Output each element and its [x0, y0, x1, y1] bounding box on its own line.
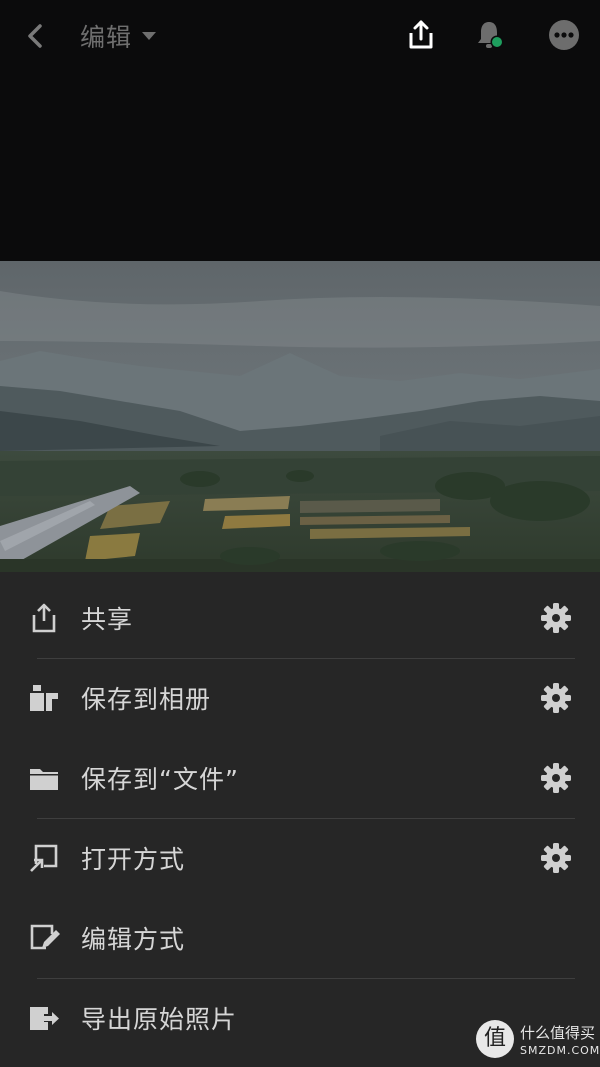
gear-icon[interactable]	[540, 602, 572, 634]
menu-item-save-to-files[interactable]: 保存到“文件”	[0, 738, 600, 818]
open-with-icon	[30, 844, 58, 872]
landscape-photo	[0, 261, 600, 572]
caret-down-icon	[142, 32, 157, 40]
menu-item-edit-with[interactable]: 编辑方式	[0, 898, 600, 978]
menu-item-label: 打开方式	[81, 845, 186, 874]
gear-icon[interactable]	[540, 682, 572, 714]
more-options-icon[interactable]	[547, 18, 581, 52]
watermark-logo: 值	[476, 1020, 514, 1058]
menu-item-label: 保存到“文件”	[81, 765, 239, 794]
watermark-text: 什么值得买	[520, 1024, 596, 1042]
top-bar: 编辑	[0, 0, 600, 76]
back-chevron-icon[interactable]	[20, 20, 52, 52]
edit-with-icon	[30, 924, 60, 950]
title-dropdown[interactable]: 编辑	[80, 18, 157, 54]
notification-dot	[492, 37, 502, 47]
menu-item-label: 导出原始照片	[81, 1005, 238, 1034]
menu-item-open-with[interactable]: 打开方式	[0, 818, 600, 898]
gear-icon[interactable]	[540, 762, 572, 794]
menu-item-label: 编辑方式	[81, 925, 186, 954]
photo-preview	[0, 261, 600, 572]
menu-item-save-to-album[interactable]: 保存到相册	[0, 658, 600, 738]
menu-item-share[interactable]: 共享	[0, 578, 600, 658]
folder-icon	[30, 769, 58, 790]
gear-icon[interactable]	[540, 842, 572, 874]
menu-item-label: 共享	[81, 605, 134, 634]
share-icon	[32, 603, 56, 633]
notification-bell-icon[interactable]	[472, 18, 506, 52]
watermark-url: SMZDM.COM	[520, 1044, 600, 1057]
menu-item-label: 保存到相册	[81, 685, 212, 714]
export-original-icon	[30, 1007, 59, 1030]
action-sheet: 共享 保存到相册 保存到“文件” 打开方式 编辑方式 导出原始照片	[0, 572, 600, 1067]
page-title: 编辑	[80, 23, 133, 52]
share-icon[interactable]	[404, 18, 438, 52]
save-to-album-icon	[30, 685, 58, 711]
site-watermark: 值 什么值得买 SMZDM.COM	[476, 1018, 600, 1066]
